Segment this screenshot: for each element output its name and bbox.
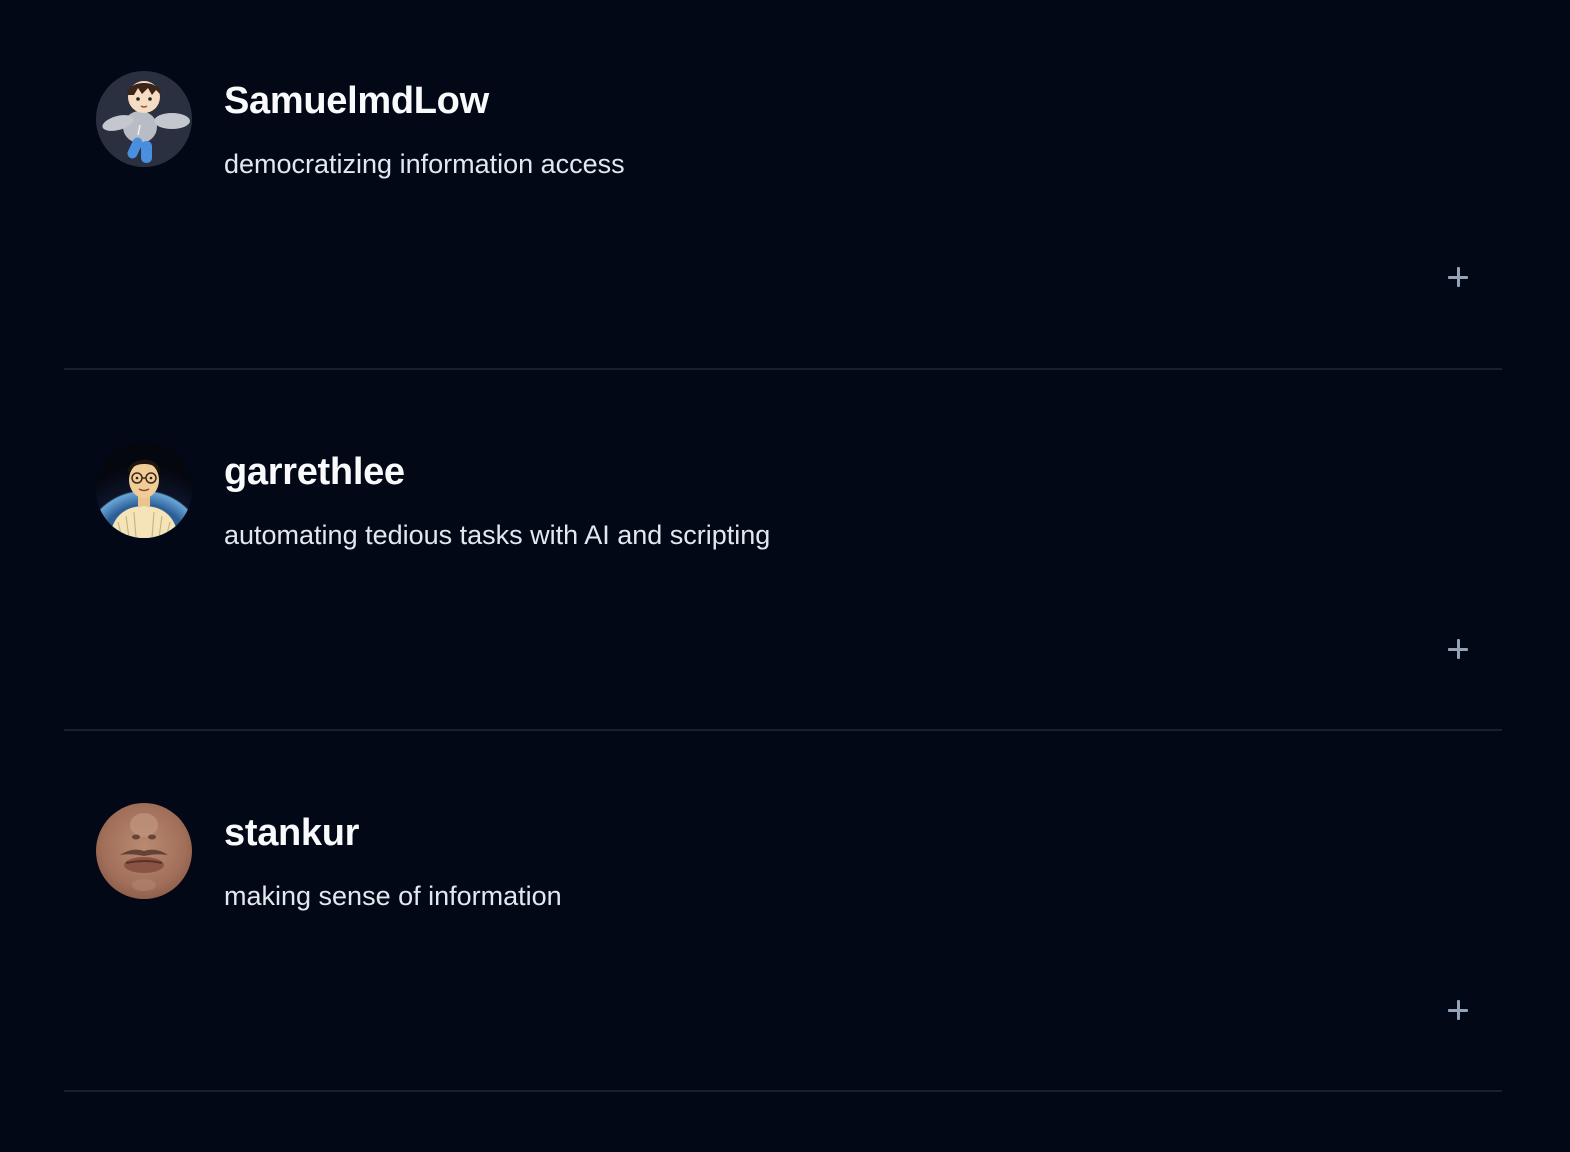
illustrated-person-with-glasses-avatar-icon	[96, 442, 192, 538]
username[interactable]: garrethlee	[224, 449, 405, 495]
profile-list: SamuelmdLow democratizing information ac…	[64, 0, 1502, 1092]
bio: automating tedious tasks with AI and scr…	[224, 520, 771, 550]
profile-card: stankur making sense of information	[64, 731, 1502, 1092]
bio: democratizing information access	[224, 149, 625, 179]
cartoon-character-avatar-icon	[96, 71, 192, 167]
plus-icon[interactable]	[1444, 635, 1472, 663]
profile-card: SamuelmdLow democratizing information ac…	[64, 0, 1502, 370]
avatar[interactable]	[96, 71, 192, 167]
avatar[interactable]	[96, 442, 192, 538]
close-up-face-photo-avatar-icon	[96, 803, 192, 899]
username[interactable]: SamuelmdLow	[224, 78, 489, 124]
avatar[interactable]	[96, 803, 192, 899]
plus-icon[interactable]	[1444, 263, 1472, 291]
username[interactable]: stankur	[224, 810, 359, 856]
profile-card: garrethlee automating tedious tasks with…	[64, 370, 1502, 731]
bio: making sense of information	[224, 881, 562, 911]
plus-icon[interactable]	[1444, 996, 1472, 1024]
